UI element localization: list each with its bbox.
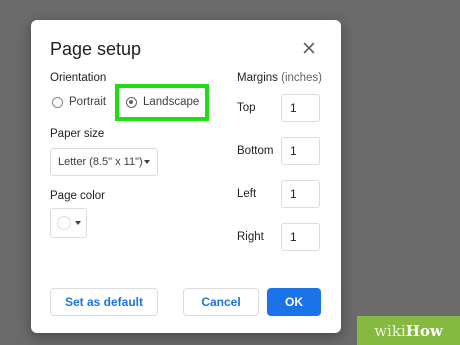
- margin-bottom-label: Bottom: [237, 145, 274, 157]
- paper-size-dropdown[interactable]: Letter (8.5" x 11"): [50, 148, 158, 176]
- chevron-down-icon: [144, 160, 150, 164]
- margin-left-input[interactable]: [281, 180, 320, 208]
- ok-button[interactable]: OK: [267, 288, 321, 316]
- margin-left-label: Left: [237, 188, 257, 200]
- radio-unchecked-icon: [52, 96, 63, 108]
- portrait-radio[interactable]: Portrait: [52, 96, 106, 108]
- page-setup-dialog: Page setup Orientation Portrait Landscap…: [31, 20, 341, 333]
- wikihow-watermark: wiki How: [357, 316, 460, 345]
- portrait-label: Portrait: [69, 96, 107, 108]
- margin-right-input[interactable]: [281, 223, 320, 251]
- page-color-picker[interactable]: [50, 208, 87, 238]
- landscape-highlight-box: [115, 84, 209, 121]
- margin-right-label: Right: [237, 231, 264, 243]
- cancel-button[interactable]: Cancel: [183, 288, 259, 316]
- chevron-down-icon: [74, 221, 81, 225]
- margin-top-input[interactable]: [281, 94, 320, 122]
- margins-unit: (inches): [281, 72, 323, 84]
- paper-size-value: Letter (8.5" x 11"): [58, 156, 143, 168]
- dialog-title: Page setup: [50, 39, 142, 59]
- orientation-label: Orientation: [50, 72, 107, 84]
- color-swatch: [56, 216, 71, 230]
- paper-size-label: Paper size: [50, 128, 105, 140]
- close-icon[interactable]: [299, 38, 319, 58]
- margin-top-label: Top: [237, 102, 256, 114]
- margins-title: Margins: [237, 72, 278, 84]
- watermark-part1: wiki: [374, 321, 406, 340]
- set-as-default-button[interactable]: Set as default: [50, 288, 158, 316]
- margins-label: Margins (inches): [237, 72, 322, 84]
- margin-bottom-input[interactable]: [281, 137, 320, 165]
- page-color-label: Page color: [50, 190, 105, 202]
- watermark-part2: How: [405, 321, 443, 340]
